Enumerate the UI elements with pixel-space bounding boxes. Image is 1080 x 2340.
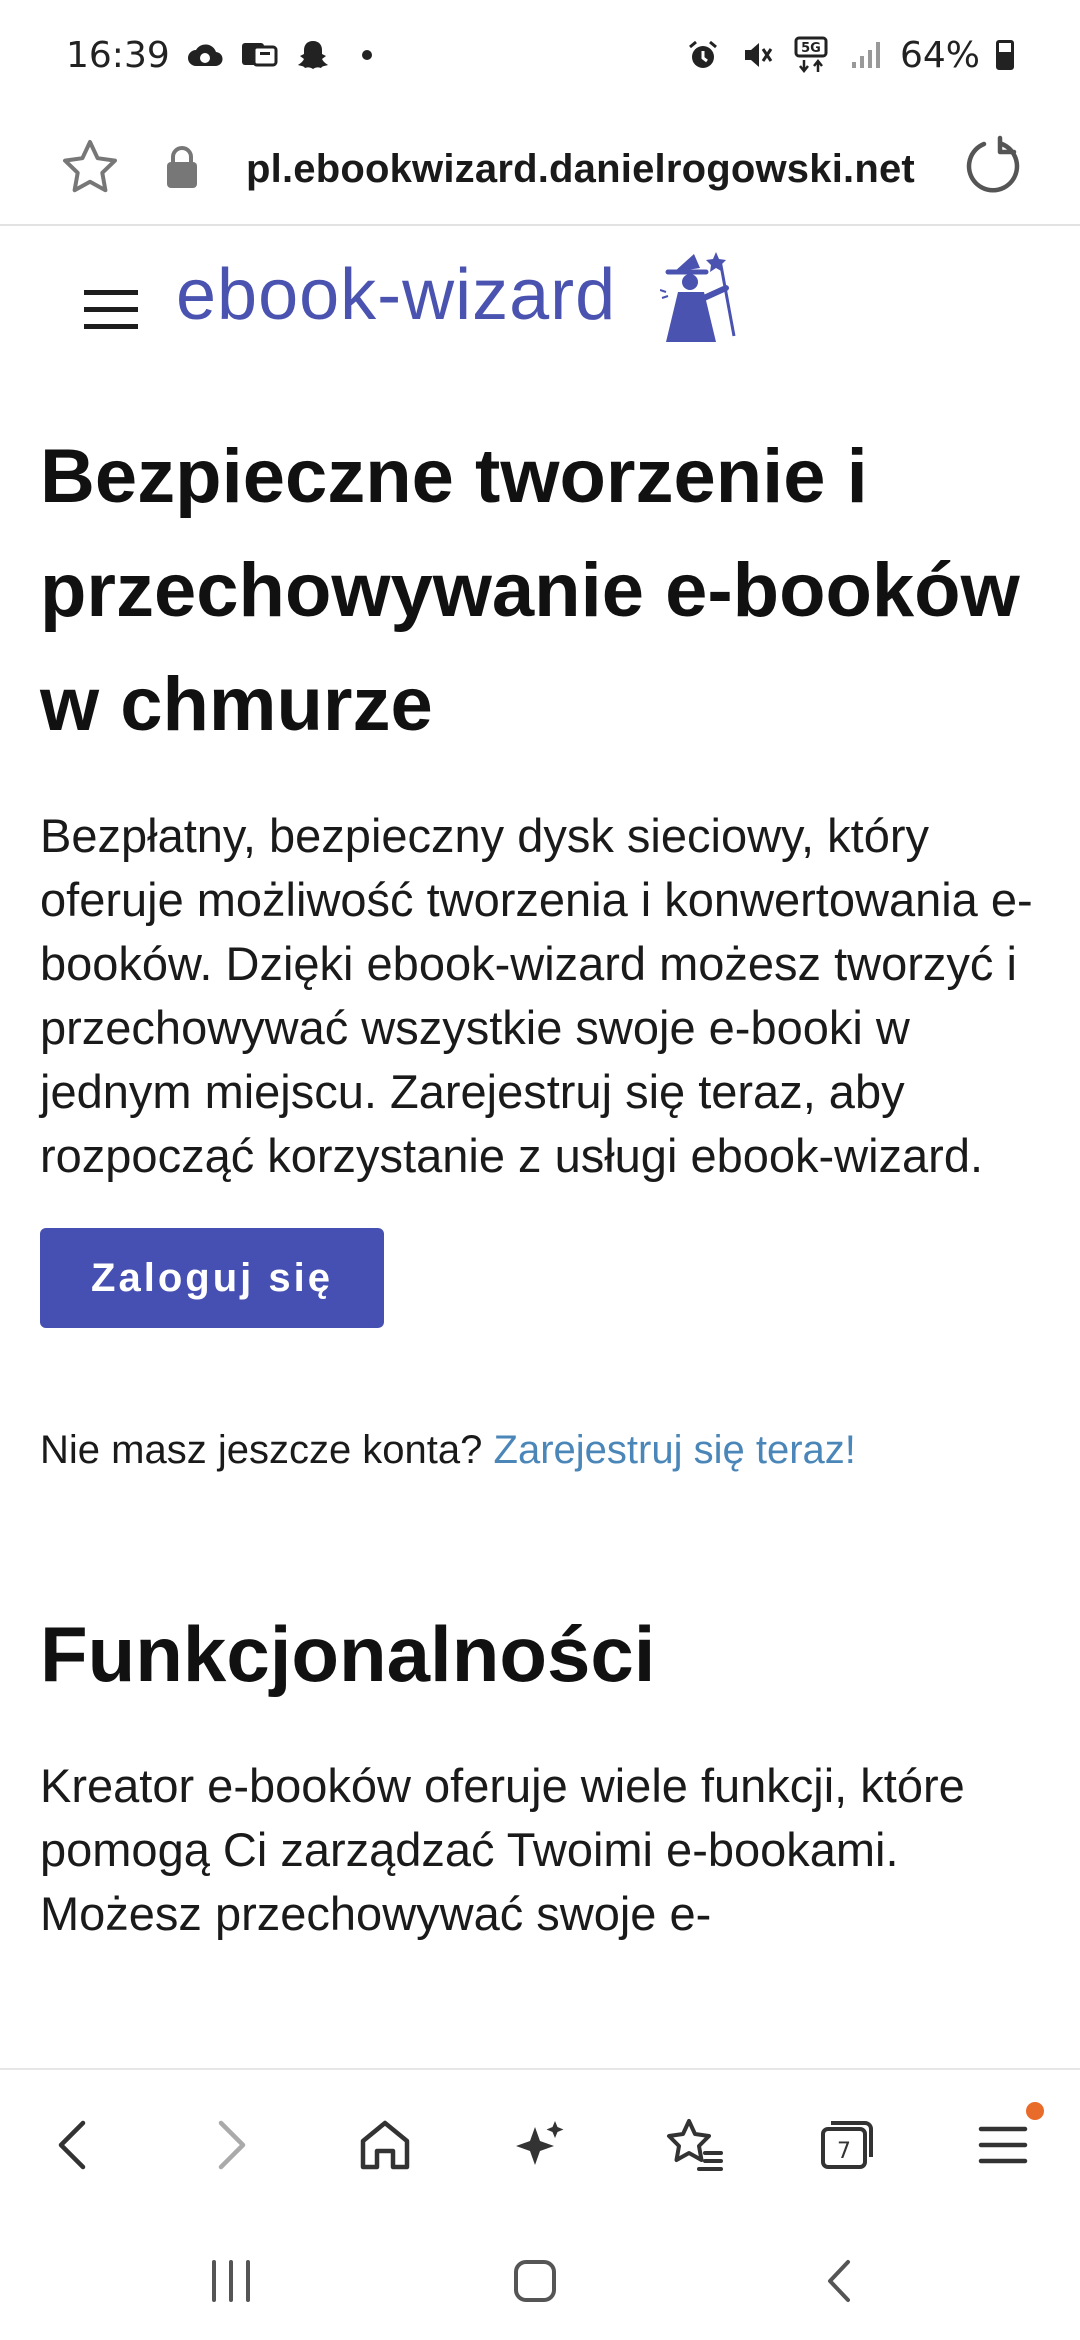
hamburger-menu-icon[interactable] [84,290,138,330]
snapchat-icon [294,36,332,74]
system-nav-bar [0,2214,1080,2340]
site-header: ebook-wizard [0,228,1080,368]
forward-icon[interactable] [196,2110,266,2180]
recent-apps-icon[interactable] [196,2246,266,2316]
system-back-icon[interactable] [804,2246,874,2316]
status-right: 5G 64% [684,35,1014,76]
hero-description: Bezpłatny, bezpieczny dysk sieciowy, któ… [40,809,1033,1182]
home-button-icon[interactable] [500,2246,570,2316]
address-bar: pl.ebookwizard.danielrogowski.net [0,110,1080,226]
alarm-icon [684,36,722,74]
messenger-icon [240,36,278,74]
signup-prompt: Nie masz jeszcze konta? [40,1428,483,1472]
cloud-sync-icon [186,36,224,74]
features-title: Funkcjonalności [40,1610,656,1698]
browser-bottom-nav: 7 [0,2068,1080,2214]
dot-icon [348,36,386,74]
url-field[interactable]: pl.ebookwizard.danielrogowski.net [246,134,915,204]
features-description: Kreator e-booków oferuje wiele funkcji, … [40,1759,965,1940]
login-button[interactable]: Zaloguj się [40,1228,384,1328]
status-bar: 16:39 5G 64% [0,0,1080,110]
main-content: Bezpieczne tworzenie i przechowywanie e-… [40,420,1040,1946]
reload-icon[interactable] [960,134,1026,200]
status-time: 16:39 [66,34,170,76]
tabs-count: 7 [837,2139,851,2164]
menu-icon[interactable] [968,2110,1038,2180]
bookmark-star-icon[interactable] [58,136,122,200]
ai-sparkle-icon[interactable] [506,2110,576,2180]
back-icon[interactable] [38,2110,108,2180]
site-logo[interactable]: ebook-wizard [176,250,616,340]
mute-icon [738,36,776,74]
signup-prompt-line: Nie masz jeszcze konta? Zarejestruj się … [40,1422,1040,1478]
tabs-icon[interactable]: 7 [812,2110,882,2180]
5g-icon: 5G [792,36,830,74]
status-left: 16:39 [66,35,386,76]
battery-icon [996,40,1014,70]
signup-link[interactable]: Zarejestruj się teraz! [494,1428,856,1472]
bookmarks-icon[interactable] [660,2110,730,2180]
home-icon[interactable] [350,2110,420,2180]
signal-icon [846,36,884,74]
wizard-icon [659,250,740,346]
hero-title: Bezpieczne tworzenie i przechowywanie e-… [40,434,1020,747]
battery-percent: 64% [899,34,980,76]
notification-dot [1026,2102,1044,2120]
network-type: 5G [801,41,821,56]
lock-icon[interactable] [164,144,200,190]
